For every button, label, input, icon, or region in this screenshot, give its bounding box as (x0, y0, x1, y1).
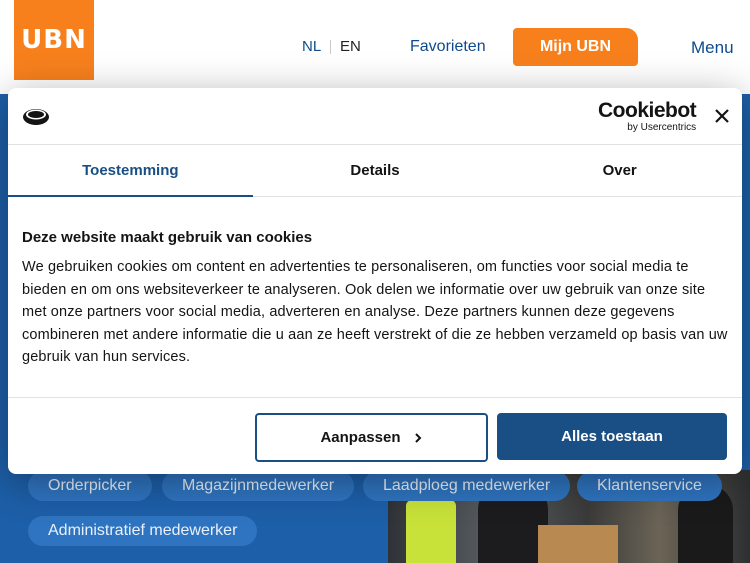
job-tag-magazijnmedewerker[interactable]: Magazijnmedewerker (162, 471, 355, 501)
job-tag-administratief[interactable]: Administratief medewerker (28, 516, 258, 546)
brand-sub: by Usercentrics (627, 122, 697, 133)
ubn-logo[interactable]: UBN (14, 0, 94, 80)
cookie-icon (23, 109, 49, 125)
close-icon[interactable] (711, 105, 733, 127)
favorites-link[interactable]: Favorieten (410, 38, 486, 56)
site-header: UBN NL EN Favorieten Mijn UBN Menu (0, 0, 750, 94)
job-tag-klantenservice[interactable]: Klantenservice (577, 471, 722, 501)
photo-figure (538, 525, 618, 563)
cookiebot-logo[interactable]: Cookiebot by Usercentrics (598, 99, 697, 134)
job-tag-laadploeg[interactable]: Laadploeg medewerker (363, 471, 571, 501)
tab-over[interactable]: Over (497, 145, 742, 196)
lang-en-link[interactable]: EN (340, 38, 361, 55)
chevron-right-icon (414, 432, 421, 443)
lang-nl-link[interactable]: NL (302, 38, 321, 55)
tab-details[interactable]: Details (253, 145, 498, 196)
dialog-actions: Aanpassen Alles toestaan (8, 397, 742, 474)
menu-button[interactable]: Menu (691, 38, 734, 58)
tab-toestemming[interactable]: Toestemming (8, 145, 253, 197)
lang-divider (330, 40, 331, 54)
logo-text: UBN (21, 25, 87, 55)
photo-figure (406, 500, 456, 563)
customize-button[interactable]: Aanpassen (255, 413, 488, 462)
brand-main: Cookiebot (598, 99, 697, 122)
job-tag-orderpicker[interactable]: Orderpicker (28, 471, 152, 501)
cookie-consent-dialog: Cookiebot by Usercentrics Toestemming De… (8, 88, 742, 474)
dialog-title: Deze website maakt gebruik van cookies (22, 229, 313, 246)
allow-all-button[interactable]: Alles toestaan (497, 413, 727, 460)
dialog-header: Cookiebot by Usercentrics (8, 88, 742, 145)
dialog-text: We gebruiken cookies om content en adver… (22, 259, 728, 365)
my-account-button[interactable]: Mijn UBN (513, 28, 638, 66)
customize-label: Aanpassen (320, 429, 401, 446)
dialog-tabs: Toestemming Details Over (8, 145, 742, 197)
